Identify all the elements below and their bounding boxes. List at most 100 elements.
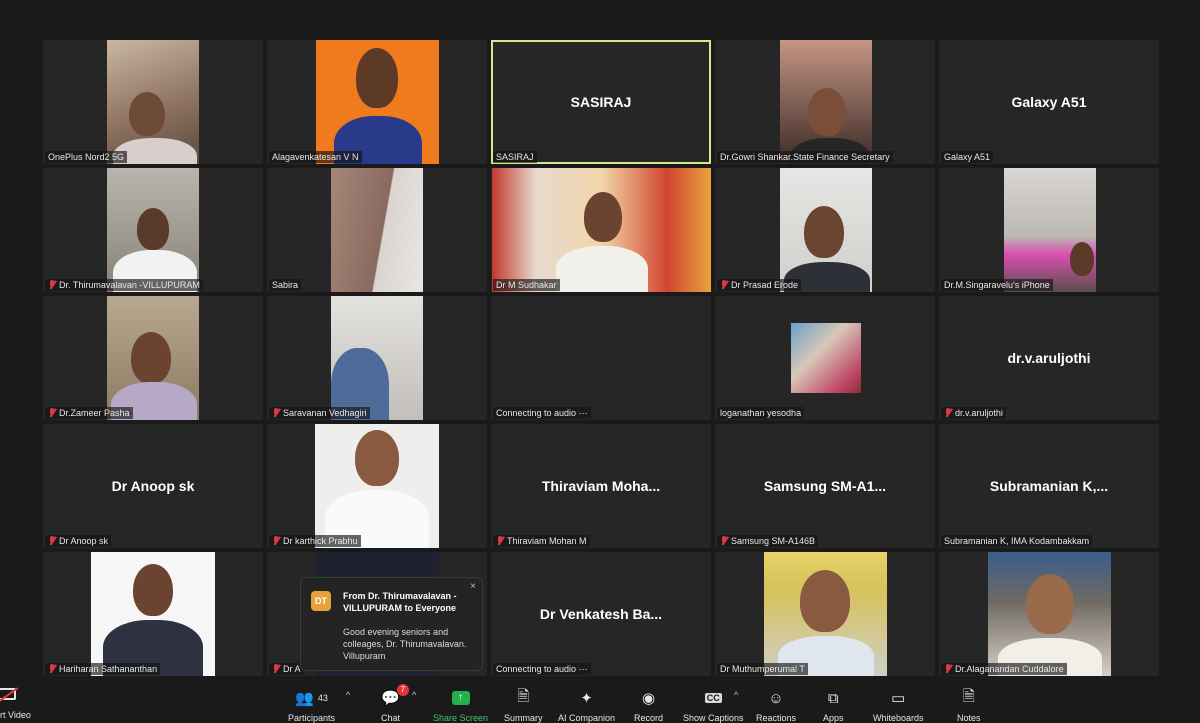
participant-video	[91, 552, 215, 676]
participant-display-name: dr.v.aruljothi	[1007, 350, 1091, 366]
share-screen-button[interactable]: ↑ Share Screen	[433, 688, 488, 723]
close-icon[interactable]: ×	[470, 581, 476, 592]
participant-video	[780, 40, 872, 164]
chat-notification-popup[interactable]: DT From Dr. Thirumavalavan - VILLUPURAM …	[300, 577, 483, 671]
chat-unread-badge: 7	[396, 684, 409, 696]
share-screen-icon: ↑	[451, 691, 470, 705]
video-tile[interactable]: Dr Prasad Erode	[715, 168, 935, 292]
captions-icon: CC	[704, 693, 722, 703]
muted-mic-icon	[496, 536, 504, 546]
chat-message: Good evening seniors and colleages, Dr. …	[343, 627, 467, 661]
summary-button[interactable]: 🗎 Summary	[504, 688, 543, 723]
chat-sender: From Dr. Thirumavalavan - VILLUPURAM to …	[343, 591, 457, 613]
muted-mic-icon	[272, 664, 280, 674]
participants-button[interactable]: 👥 43 Participants	[288, 688, 335, 723]
muted-mic-icon	[272, 536, 280, 546]
participants-count: 43	[317, 693, 328, 703]
participant-name-label: Subramanian K, IMA Kodambakkam	[941, 535, 1093, 547]
chat-button[interactable]: 💬 7 Chat	[381, 684, 409, 723]
notes-button[interactable]: 🗎 Notes	[957, 688, 981, 723]
participant-display-name: Galaxy A51	[1011, 94, 1087, 110]
muted-mic-icon	[48, 408, 56, 418]
chat-options-caret[interactable]: ^	[412, 690, 416, 700]
muted-mic-icon	[48, 536, 56, 546]
captions-options-caret[interactable]: ^	[734, 690, 738, 700]
record-label: Record	[634, 713, 664, 723]
whiteboards-label: Whiteboards	[873, 713, 924, 723]
participant-name-label: OnePlus Nord2 5G	[45, 151, 128, 163]
muted-mic-icon	[48, 664, 56, 674]
summary-icon: 🗎	[517, 687, 530, 705]
participant-video	[1004, 168, 1096, 292]
participant-video	[331, 296, 423, 420]
participant-display-name: Dr Anoop sk	[111, 478, 195, 494]
video-tile[interactable]: Thiraviam Moha... Thiraviam Mohan M	[491, 424, 711, 548]
participant-display-name: SASIRAJ	[570, 94, 632, 110]
video-tile[interactable]: Samsung SM-A1... Samsung SM-A146B	[715, 424, 935, 548]
participant-video	[107, 40, 199, 164]
video-tile[interactable]: Saravanan Vedhagiri	[267, 296, 487, 420]
video-tile[interactable]: Hariharan Sathananthan	[43, 552, 263, 676]
whiteboards-button[interactable]: ▭ Whiteboards	[873, 688, 924, 723]
participant-display-name: Samsung SM-A1...	[763, 478, 887, 494]
video-tile[interactable]: Subramanian K,... Subramanian K, IMA Kod…	[939, 424, 1159, 548]
ai-companion-button[interactable]: ✦ AI Companion	[558, 688, 615, 723]
video-tile[interactable]: Dr.Zameer Pasha	[43, 296, 263, 420]
participant-name-label: Saravanan Vedhagiri	[269, 407, 370, 419]
participant-name-label: Dr Muthumperumal T	[717, 663, 808, 675]
share-screen-label: Share Screen	[433, 713, 489, 723]
whiteboard-icon: ▭	[891, 690, 906, 707]
video-off-icon	[0, 688, 16, 700]
participant-video	[988, 552, 1111, 676]
video-tile[interactable]: OnePlus Nord2 5G	[43, 40, 263, 164]
participant-name-label: Alagavenkatesan V N	[269, 151, 362, 163]
muted-mic-icon	[944, 408, 952, 418]
video-tile[interactable]: Dr Venkatesh Ba... Connecting to audio ⋯	[491, 552, 711, 676]
show-captions-label: Show Captions	[683, 713, 744, 723]
video-tile[interactable]: Dr.Alaganandan Cuddalore	[939, 552, 1159, 676]
notes-icon: 🗎	[962, 687, 975, 705]
video-tile[interactable]: Sabira	[267, 168, 487, 292]
participants-icon: 👥	[295, 690, 314, 707]
participant-video	[331, 168, 423, 292]
video-tile[interactable]: Dr.M.Singaravelu's iPhone	[939, 168, 1159, 292]
participant-name-label: Samsung SM-A146B	[717, 535, 819, 547]
participant-name-label: Dr karthick Prabhu	[269, 535, 361, 547]
participant-video	[316, 40, 439, 164]
video-tile[interactable]: Dr Muthumperumal T	[715, 552, 935, 676]
video-tile[interactable]: Connecting to audio ⋯	[491, 296, 711, 420]
video-tile[interactable]: Dr M Sudhakar	[491, 168, 711, 292]
sparkle-icon: ✦	[580, 690, 593, 707]
video-tile[interactable]: dr.v.aruljothi dr.v.aruljothi	[939, 296, 1159, 420]
muted-mic-icon	[720, 536, 728, 546]
participant-name-label: Dr Prasad Erode	[717, 279, 802, 291]
notes-label: Notes	[957, 713, 981, 723]
video-tile[interactable]: loganathan yesodha	[715, 296, 935, 420]
participant-name-label: Thiraviam Mohan M	[493, 535, 590, 547]
participant-name-label: Dr.Gowri Shankar.State Finance Secretary	[717, 151, 893, 163]
record-button[interactable]: ◉ Record	[634, 688, 663, 723]
participant-name-label: Hariharan Sathananthan	[45, 663, 161, 675]
video-tile[interactable]: Galaxy A51 Galaxy A51	[939, 40, 1159, 164]
participant-name-label: Sabira	[269, 279, 302, 291]
video-tile[interactable]: Dr. Thirumavalavan -VILLUPURAM	[43, 168, 263, 292]
reactions-label: Reactions	[756, 713, 797, 723]
participant-name-label: Dr.Alaganandan Cuddalore	[941, 663, 1067, 675]
participants-label: Participants	[288, 713, 336, 723]
video-tile-active-speaker[interactable]: SASIRAJ SASIRAJ	[491, 40, 711, 164]
participant-name-label: Dr A	[269, 663, 304, 675]
participants-options-caret[interactable]: ^	[346, 690, 350, 700]
participant-name-label: Connecting to audio ⋯	[493, 407, 591, 419]
apps-icon: ⧉	[827, 689, 839, 707]
video-tile[interactable]: Dr Anoop sk Dr Anoop sk	[43, 424, 263, 548]
reactions-button[interactable]: ☺ Reactions	[756, 688, 796, 723]
video-tile[interactable]: Dr.Gowri Shankar.State Finance Secretary	[715, 40, 935, 164]
apps-button[interactable]: ⧉ Apps	[823, 688, 844, 723]
participant-video	[791, 323, 861, 393]
participant-video	[107, 168, 199, 292]
video-tile[interactable]: Alagavenkatesan V N	[267, 40, 487, 164]
video-tile[interactable]: Dr karthick Prabhu	[267, 424, 487, 548]
participant-name-label: Galaxy A51	[941, 151, 994, 163]
participant-video	[315, 424, 439, 548]
ai-companion-label: AI Companion	[558, 713, 616, 723]
